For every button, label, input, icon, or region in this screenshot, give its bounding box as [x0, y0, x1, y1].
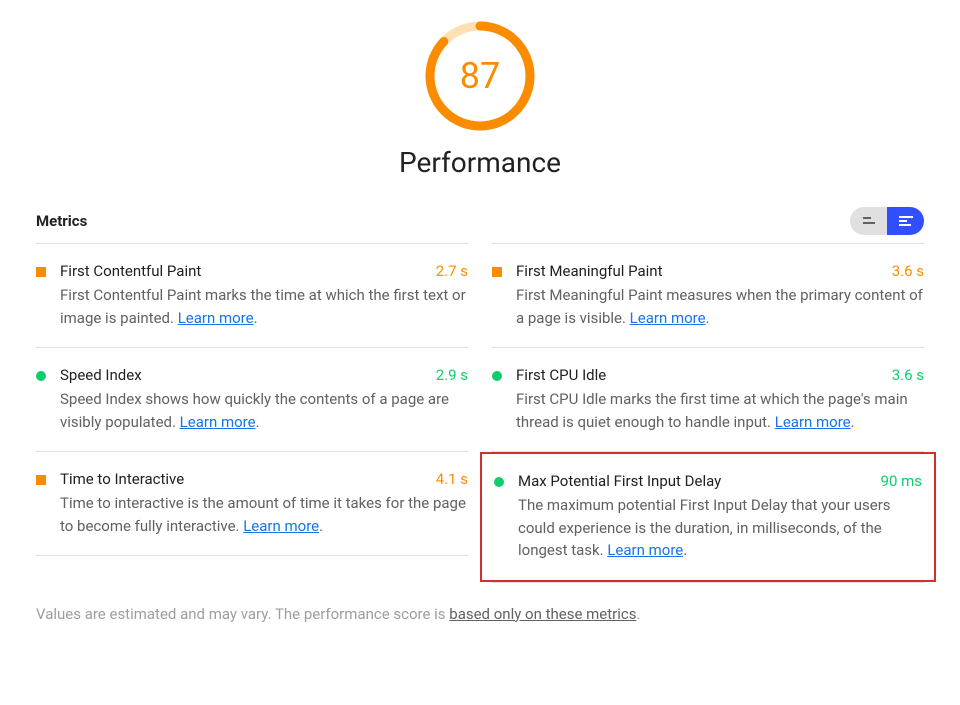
footer-text-end: .: [636, 605, 640, 623]
metric-name: Speed Index: [60, 366, 142, 384]
metric-name: First Contentful Paint: [60, 262, 201, 280]
view-toggle-expanded[interactable]: [887, 207, 924, 235]
footer-note: Values are estimated and may vary. The p…: [36, 605, 924, 623]
learn-more-link[interactable]: Learn more: [607, 541, 683, 559]
metric-description: First CPU Idle marks the first time at w…: [516, 388, 924, 433]
metric-name: Time to Interactive: [60, 470, 184, 488]
status-circle-icon: [36, 371, 46, 381]
status-square-icon: [36, 267, 46, 277]
learn-more-link[interactable]: Learn more: [630, 309, 706, 327]
view-toggle[interactable]: [850, 207, 924, 235]
metric-name: Max Potential First Input Delay: [518, 472, 721, 490]
learn-more-link[interactable]: Learn more: [178, 309, 254, 327]
performance-gauge: 87: [424, 20, 536, 132]
metric-row: Max Potential First Input Delay 90 ms The …: [494, 454, 922, 580]
status-circle-icon: [492, 371, 502, 381]
footer-link[interactable]: based only on these metrics: [449, 605, 636, 623]
metric-name: First CPU Idle: [516, 366, 606, 384]
performance-score: 87: [424, 20, 536, 132]
footer-text: Values are estimated and may vary. The p…: [36, 605, 449, 623]
learn-more-link[interactable]: Learn more: [775, 413, 851, 431]
expanded-icon: [898, 215, 914, 227]
metric-value: 90 ms: [881, 472, 922, 490]
metric-description: Speed Index shows how quickly the conten…: [60, 388, 468, 433]
metrics-heading: Metrics: [36, 212, 87, 230]
metric-value: 2.7 s: [436, 262, 468, 280]
metric-description: First Meaningful Paint measures when the…: [516, 284, 924, 329]
metric-description: First Contentful Paint marks the time at…: [60, 284, 468, 329]
metric-description: The maximum potential First Input Delay …: [518, 494, 922, 562]
metric-row: Time to Interactive 4.1 s Time to interact…: [36, 452, 468, 555]
metric-value: 3.6 s: [892, 366, 924, 384]
status-square-icon: [492, 267, 502, 277]
status-circle-icon: [494, 477, 504, 487]
view-toggle-compact[interactable]: [850, 207, 887, 235]
learn-more-link[interactable]: Learn more: [180, 413, 256, 431]
metric-value: 2.9 s: [436, 366, 468, 384]
metric-value: 3.6 s: [892, 262, 924, 280]
metric-row: First Meaningful Paint 3.6 s First Meaning…: [492, 244, 924, 347]
status-square-icon: [36, 475, 46, 485]
learn-more-link[interactable]: Learn more: [243, 517, 319, 535]
metric-row: First CPU Idle 3.6 s First CPU Idle marks …: [492, 348, 924, 451]
metric-row: Speed Index 2.9 s Speed Index shows how qu…: [36, 348, 468, 451]
metric-name: First Meaningful Paint: [516, 262, 662, 280]
compact-icon: [861, 216, 877, 226]
metric-value: 4.1 s: [436, 470, 468, 488]
metric-description: Time to interactive is the amount of tim…: [60, 492, 468, 537]
category-title: Performance: [36, 146, 924, 179]
metric-row: First Contentful Paint 2.7 s First Content…: [36, 244, 468, 347]
